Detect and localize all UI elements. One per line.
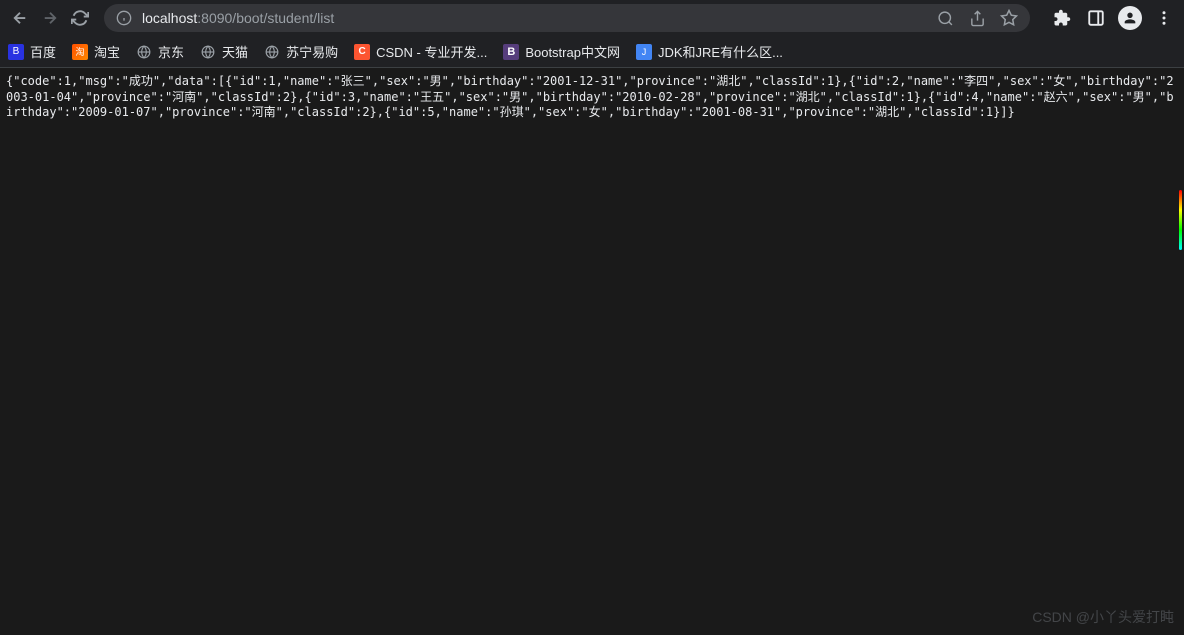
bookmark-jd[interactable]: 京东 [136, 42, 184, 61]
bookmark-suning[interactable]: 苏宁易购 [264, 42, 338, 61]
bookmarks-bar: B 百度 淘 淘宝 京东 天猫 苏宁易购 C CSDN - 专业开发... B … [0, 36, 1184, 68]
globe-icon [264, 44, 280, 60]
url-text: localhost:8090/boot/student/list [142, 10, 926, 26]
url-path: :8090/boot/student/list [197, 10, 334, 26]
bookmark-label: 天猫 [222, 42, 248, 61]
back-button[interactable] [8, 6, 32, 30]
page-content: {"code":1,"msg":"成功","data":[{"id":1,"na… [0, 68, 1184, 127]
profile-icon[interactable] [1118, 6, 1142, 30]
bookmark-csdn[interactable]: C CSDN - 专业开发... [354, 42, 487, 61]
bookmark-label: 百度 [30, 42, 56, 61]
panel-icon[interactable] [1084, 6, 1108, 30]
address-bar[interactable]: localhost:8090/boot/student/list [104, 4, 1030, 32]
globe-icon [200, 44, 216, 60]
url-host: localhost [142, 10, 197, 26]
taobao-icon: 淘 [72, 44, 88, 60]
bookmark-tmall[interactable]: 天猫 [200, 42, 248, 61]
bookmark-label: 京东 [158, 42, 184, 61]
bookmark-label: JDK和JRE有什么区... [658, 42, 783, 61]
bookmark-bootstrap[interactable]: B Bootstrap中文网 [503, 42, 620, 61]
side-indicator [1179, 190, 1182, 250]
bookmark-label: CSDN - 专业开发... [376, 42, 487, 61]
watermark: CSDN @小丫头爱打盹 [1032, 607, 1174, 627]
zoom-icon[interactable] [936, 9, 954, 27]
csdn-icon: C [354, 44, 370, 60]
extensions-icon[interactable] [1050, 6, 1074, 30]
json-response-text: {"code":1,"msg":"成功","data":[{"id":1,"na… [6, 74, 1174, 119]
bookmark-taobao[interactable]: 淘 淘宝 [72, 42, 120, 61]
share-icon[interactable] [968, 9, 986, 27]
forward-button[interactable] [38, 6, 62, 30]
address-actions [936, 9, 1018, 27]
bookmark-star-icon[interactable] [1000, 9, 1018, 27]
bookmark-baidu[interactable]: B 百度 [8, 42, 56, 61]
browser-toolbar: localhost:8090/boot/student/list [0, 0, 1184, 36]
reload-button[interactable] [68, 6, 92, 30]
site-info-icon[interactable] [116, 10, 132, 26]
bookmark-jdk[interactable]: J JDK和JRE有什么区... [636, 42, 783, 61]
bootstrap-icon: B [503, 44, 519, 60]
menu-icon[interactable] [1152, 6, 1176, 30]
bookmark-label: 淘宝 [94, 42, 120, 61]
globe-icon [136, 44, 152, 60]
bookmark-label: 苏宁易购 [286, 42, 338, 61]
toolbar-right [1042, 6, 1176, 30]
baidu-icon: B [8, 44, 24, 60]
bookmark-label: Bootstrap中文网 [525, 42, 620, 61]
jdk-icon: J [636, 44, 652, 60]
